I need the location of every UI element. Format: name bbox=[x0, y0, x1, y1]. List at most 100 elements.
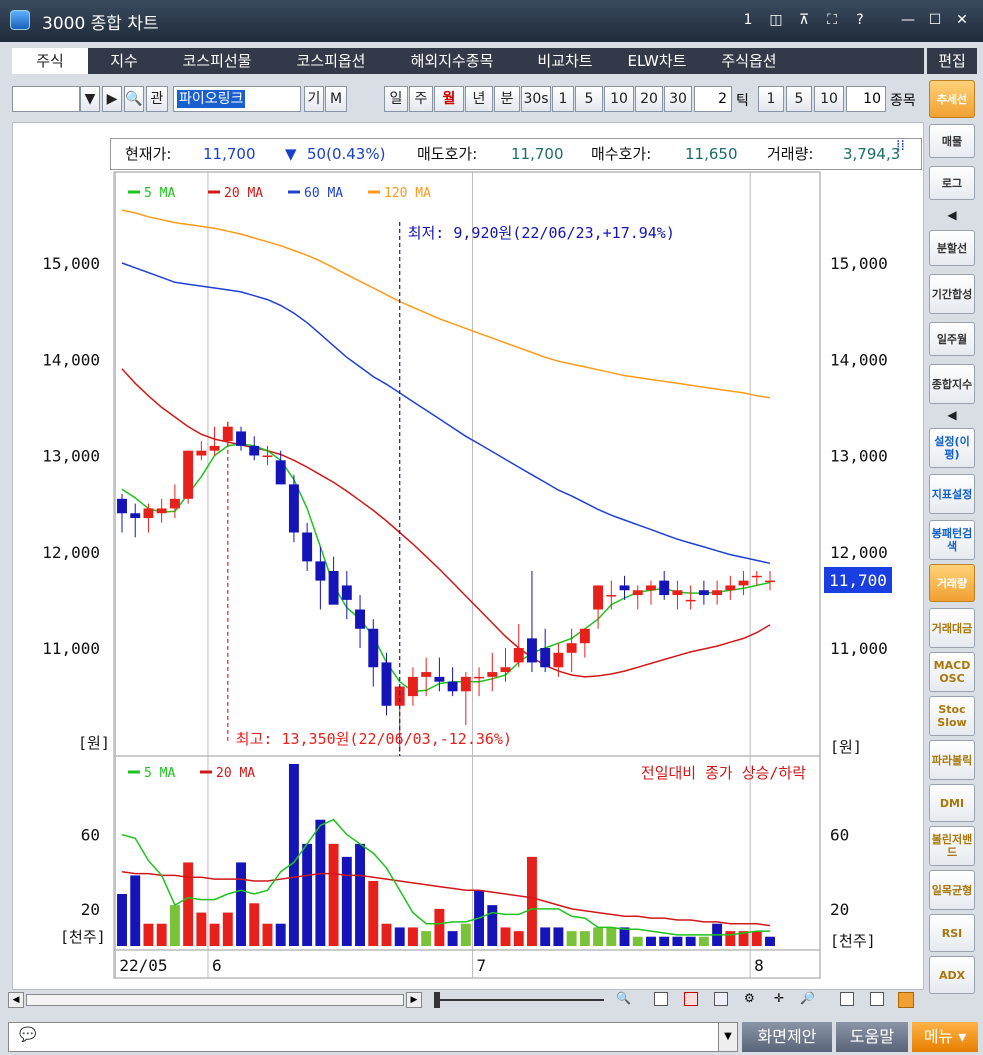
status-bar: 💬 ▼ 화면제안 도움말 메뉴 ▾ bbox=[8, 1018, 983, 1055]
period-month-button[interactable]: 월 bbox=[434, 86, 464, 112]
period-minute-button[interactable]: 분 bbox=[494, 86, 520, 112]
current-price-value: 11,700 bbox=[203, 145, 256, 163]
sidebar-split-line[interactable]: 분할선 bbox=[929, 230, 975, 266]
stock-name-field[interactable]: 파이오링크 bbox=[173, 86, 301, 112]
sidebar-parabolic[interactable]: 파라볼릭 bbox=[929, 740, 975, 780]
sidebar-supply[interactable]: 매물 bbox=[929, 124, 975, 158]
sidebar-macd-osc[interactable]: MACD OSC bbox=[929, 652, 975, 692]
menu-label: 메뉴 bbox=[923, 1027, 954, 1046]
zoom-search-icon[interactable]: 🔍 bbox=[616, 991, 631, 1005]
window-title: 3000 종합 차트 bbox=[42, 14, 159, 34]
period-30s-button[interactable]: 30s bbox=[521, 86, 551, 112]
tick-count-input[interactable]: 2 bbox=[694, 86, 732, 112]
current-price-label: 현재가: bbox=[125, 145, 172, 163]
sidebar-bollinger[interactable]: 볼린저밴드 bbox=[929, 826, 975, 866]
sidebar-log[interactable]: 로그 bbox=[929, 166, 975, 200]
tool-doc-icon[interactable] bbox=[654, 992, 668, 1006]
stock-code-input[interactable] bbox=[12, 86, 80, 112]
horizontal-scrollbar[interactable] bbox=[26, 994, 404, 1006]
tab-elw-chart[interactable]: ELW차트 bbox=[614, 48, 700, 74]
window-link-icon[interactable]: ◫ bbox=[766, 10, 786, 30]
ask-value: 11,700 bbox=[511, 145, 564, 163]
sidebar-pattern-search[interactable]: 봉패턴검색 bbox=[929, 520, 975, 560]
edit-button[interactable]: 편집 bbox=[927, 48, 977, 74]
indicator-sidebar: 추세선 매물 로그 ◀ 분할선 기간합성 일주월 종합지수 ◀ 설정(이평) 지… bbox=[925, 78, 979, 994]
sidebar-period-merge[interactable]: 기간합성 bbox=[929, 274, 975, 314]
sidebar-volume[interactable]: 거래량 bbox=[929, 564, 975, 602]
bid-label: 매수호가: bbox=[591, 145, 652, 163]
tool-settings-icon[interactable]: ⚙ bbox=[744, 991, 755, 1005]
interest-button[interactable]: 관 bbox=[146, 86, 168, 112]
period-30-button[interactable]: 30 bbox=[664, 86, 692, 112]
search-icon[interactable]: 🔍 bbox=[124, 86, 144, 112]
period-20-button[interactable]: 20 bbox=[635, 86, 663, 112]
period-1-button[interactable]: 1 bbox=[552, 86, 574, 112]
zoom-slider-handle[interactable] bbox=[434, 992, 440, 1008]
sidebar-dmi[interactable]: DMI bbox=[929, 784, 975, 822]
chart-scroll-row: ◀ ▶ 🔍 ⚙ ✛ 🔎 bbox=[8, 991, 924, 1008]
sidebar-trendline[interactable]: 추세선 bbox=[929, 80, 975, 118]
volume-value: 3,794,3 bbox=[843, 145, 901, 163]
code-dropdown-icon[interactable]: ▼ bbox=[80, 86, 100, 112]
count-input[interactable]: 10 bbox=[846, 86, 886, 112]
sidebar-collapse2-icon[interactable]: ◀ bbox=[929, 408, 975, 426]
period-week-button[interactable]: 주 bbox=[409, 86, 433, 112]
chat-input[interactable]: 💬 bbox=[8, 1022, 738, 1052]
screen-suggest-button[interactable]: 화면제안 bbox=[742, 1022, 832, 1052]
window-fullscreen-icon[interactable]: ⛶ bbox=[822, 10, 842, 30]
tab-compare-chart[interactable]: 비교차트 bbox=[518, 48, 612, 74]
info-more-icon[interactable]: ⁞⁞ bbox=[896, 138, 905, 154]
help-button[interactable]: 도움말 bbox=[836, 1022, 908, 1052]
tab-stock-options[interactable]: 주식옵션 bbox=[702, 48, 796, 74]
jong-label: 종목 bbox=[890, 93, 916, 109]
period-5-button[interactable]: 5 bbox=[575, 86, 603, 112]
tool-zoom-icon[interactable]: 🔎 bbox=[800, 991, 815, 1005]
tool-window-icon[interactable] bbox=[840, 992, 854, 1006]
maximize-icon[interactable]: ☐ bbox=[925, 10, 945, 30]
tab-kospi-options[interactable]: 코스피옵션 bbox=[276, 48, 386, 74]
sidebar-ichimoku[interactable]: 일목균형 bbox=[929, 870, 975, 910]
sidebar-collapse-icon[interactable]: ◀ bbox=[929, 208, 975, 226]
gi-button[interactable]: 기 bbox=[304, 86, 324, 112]
sidebar-day-week-month[interactable]: 일주월 bbox=[929, 322, 975, 356]
tool-image-icon[interactable] bbox=[714, 992, 728, 1006]
tab-index[interactable]: 지수 bbox=[96, 48, 152, 74]
sidebar-stoch-slow[interactable]: Stoc Slow bbox=[929, 696, 975, 736]
scroll-right-icon[interactable]: ▶ bbox=[406, 992, 422, 1008]
play-icon[interactable]: ▶ bbox=[102, 86, 122, 112]
title-bar: 3000 종합 차트 1 ◫ ⊼ ⛶ ? — ☐ ✕ bbox=[0, 0, 983, 42]
tab-kospi-futures[interactable]: 코스피선물 bbox=[162, 48, 272, 74]
tool-copy-icon[interactable] bbox=[684, 992, 698, 1006]
close-icon[interactable]: ✕ bbox=[952, 10, 972, 30]
tick-1-button[interactable]: 1 bbox=[758, 86, 784, 112]
tab-foreign-index[interactable]: 해외지수종목 bbox=[390, 48, 514, 74]
tick-5-button[interactable]: 5 bbox=[786, 86, 812, 112]
tool-split-icon[interactable] bbox=[870, 992, 884, 1006]
tool-crosshair-icon[interactable]: ✛ bbox=[774, 991, 784, 1005]
chat-dropdown-icon[interactable]: ▼ bbox=[718, 1022, 738, 1052]
window-pin-icon[interactable]: ⊼ bbox=[794, 10, 814, 30]
price-info-bar: 현재가: 11,700 ▼ 50(0.43%) 매도호가: 11,700 매수호… bbox=[110, 138, 922, 170]
period-day-button[interactable]: 일 bbox=[384, 86, 408, 112]
sidebar-trade-value[interactable]: 거래대금 bbox=[929, 608, 975, 648]
sidebar-adx[interactable]: ADX bbox=[929, 956, 975, 994]
minimize-icon[interactable]: — bbox=[898, 10, 918, 30]
down-arrow-icon: ▼ bbox=[285, 145, 297, 163]
tick-10-button[interactable]: 10 bbox=[814, 86, 844, 112]
sidebar-rsi[interactable]: RSI bbox=[929, 914, 975, 952]
window-number-button[interactable]: 1 bbox=[738, 10, 758, 30]
tab-stock[interactable]: 주식 bbox=[12, 48, 88, 74]
app-logo-icon bbox=[10, 10, 30, 30]
menu-button[interactable]: 메뉴 ▾ bbox=[912, 1022, 978, 1052]
period-10-button[interactable]: 10 bbox=[604, 86, 634, 112]
zoom-slider-track[interactable] bbox=[434, 999, 604, 1001]
sidebar-indicator-settings[interactable]: 지표설정 bbox=[929, 474, 975, 514]
m-button[interactable]: M bbox=[325, 86, 347, 112]
help-icon[interactable]: ? bbox=[850, 10, 870, 30]
sidebar-ma-settings[interactable]: 설정(이평) bbox=[929, 428, 975, 468]
sidebar-composite-index[interactable]: 종합지수 bbox=[929, 364, 975, 404]
scroll-left-icon[interactable]: ◀ bbox=[8, 992, 24, 1008]
period-year-button[interactable]: 년 bbox=[465, 86, 493, 112]
tool-export-icon[interactable] bbox=[898, 992, 914, 1008]
ask-label: 매도호가: bbox=[417, 145, 478, 163]
